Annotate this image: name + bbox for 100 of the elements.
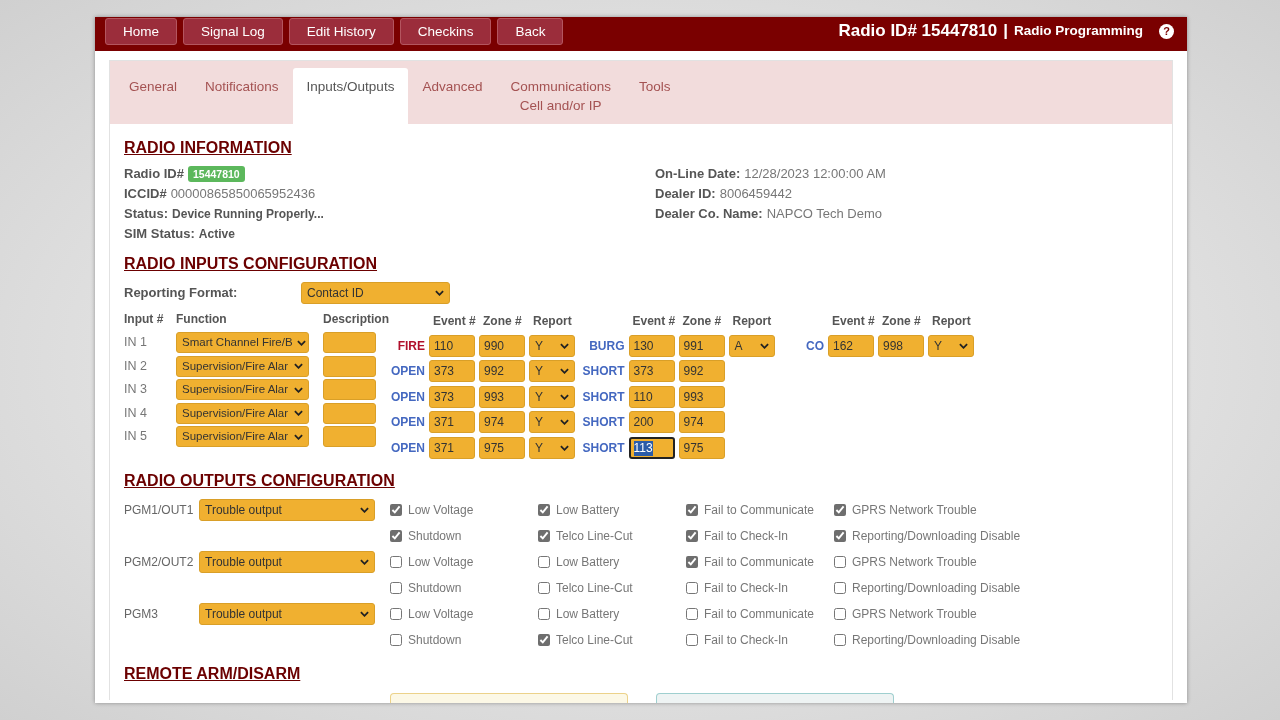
checkbox-label: Shutdown — [408, 580, 462, 597]
info-label: Dealer ID: — [655, 185, 716, 204]
zone-field[interactable]: 993 — [479, 385, 525, 408]
event-field[interactable]: 162 — [828, 334, 874, 357]
event-type-label: SHORT — [582, 388, 625, 406]
zone-field[interactable]: 991 — [678, 334, 725, 357]
zone-field[interactable]: 974 — [479, 411, 525, 434]
tab[interactable]: Tools — [625, 68, 685, 124]
zone-field[interactable]: 998 — [878, 334, 924, 357]
zone-field[interactable]: 993 — [678, 385, 725, 408]
event-field[interactable]: 113 — [628, 436, 675, 459]
output-mode-dropdown[interactable]: Trouble output — [199, 603, 375, 625]
zone-field[interactable]: 975 — [678, 436, 725, 459]
event-field[interactable]: 371 — [429, 436, 475, 459]
info-label: ICCID# — [124, 185, 167, 204]
function-dropdown[interactable]: Supervision/Fire Alar — [176, 426, 309, 448]
checkbox[interactable] — [538, 504, 550, 516]
info-label: On-Line Date: — [655, 165, 741, 184]
output-mode-dropdown[interactable]: Trouble output — [199, 499, 375, 521]
checkbox[interactable] — [390, 556, 402, 568]
checkbox[interactable] — [834, 634, 846, 646]
event-field[interactable]: 373 — [628, 360, 675, 383]
checkbox[interactable] — [538, 556, 550, 568]
checkbox[interactable] — [686, 634, 698, 646]
checkbox[interactable] — [686, 556, 698, 568]
description-field[interactable] — [323, 402, 376, 424]
event-field[interactable]: 371 — [429, 411, 475, 434]
checkbox[interactable] — [390, 530, 402, 542]
nav-button[interactable]: Back — [497, 18, 564, 45]
tab[interactable]: Inputs/Outputs — [292, 68, 409, 124]
event-field[interactable]: 373 — [429, 385, 475, 408]
field-label: Reporting Format: — [124, 284, 239, 303]
event-field[interactable]: 373 — [429, 360, 475, 383]
description-field[interactable] — [323, 379, 376, 401]
zone-field[interactable]: 974 — [678, 411, 725, 434]
checkbox[interactable] — [390, 608, 402, 620]
help-button[interactable]: ? — [1159, 23, 1174, 39]
checkbox-label: Fail to Check-In — [704, 632, 789, 649]
checkbox[interactable] — [390, 634, 402, 646]
zone-field[interactable]: 992 — [678, 360, 725, 383]
event-field[interactable]: 130 — [628, 334, 675, 357]
checkbox-label: Low Voltage — [408, 502, 474, 519]
report-dropdown[interactable]: Y — [928, 334, 974, 357]
checkbox[interactable] — [686, 582, 698, 594]
checkbox[interactable] — [686, 608, 698, 620]
nav-button[interactable]: Signal Log — [183, 18, 283, 45]
column-header: Function — [176, 312, 227, 326]
description-field[interactable] — [323, 332, 376, 354]
tab[interactable]: Advanced — [408, 68, 497, 124]
nav-button[interactable]: Checkins — [399, 18, 492, 45]
checkbox[interactable] — [538, 634, 550, 646]
event-type-label: CO — [806, 337, 824, 355]
report-dropdown[interactable]: Y — [529, 385, 575, 408]
info-label: Status: — [124, 205, 169, 224]
column-header: Zone # — [483, 314, 522, 328]
event-field[interactable]: 200 — [628, 411, 675, 434]
zone-field[interactable]: 990 — [479, 334, 525, 357]
checkbox[interactable] — [834, 504, 846, 516]
function-dropdown[interactable]: Supervision/Fire Alar — [176, 355, 309, 377]
column-header: Event # — [632, 314, 676, 328]
report-dropdown[interactable]: Y — [529, 360, 575, 383]
report-dropdown[interactable]: Y — [529, 334, 575, 357]
checkbox[interactable] — [834, 608, 846, 620]
event-type-label: SHORT — [582, 363, 625, 381]
nav-button[interactable]: Edit History — [288, 18, 394, 45]
nav-button[interactable]: Home — [105, 18, 177, 45]
event-field[interactable]: 110 — [429, 334, 475, 357]
checkbox[interactable] — [834, 530, 846, 542]
description-field[interactable] — [323, 426, 376, 448]
checkbox[interactable] — [686, 530, 698, 542]
checkbox[interactable] — [686, 504, 698, 516]
event-field[interactable]: 110 — [628, 385, 675, 408]
page-title: Radio ID# 15447810 — [838, 20, 998, 43]
checkbox-label: GPRS Network Trouble — [852, 554, 977, 571]
section-heading: RADIO OUTPUTS CONFIGURATION — [124, 471, 395, 491]
checkbox[interactable] — [538, 582, 550, 594]
output-mode-dropdown[interactable]: Trouble output — [199, 551, 375, 573]
checkbox[interactable] — [538, 608, 550, 620]
caret-icon — [959, 342, 968, 349]
zone-field[interactable]: 992 — [479, 360, 525, 383]
checkbox[interactable] — [834, 556, 846, 568]
report-dropdown[interactable]: Y — [529, 411, 575, 434]
report-dropdown[interactable]: Y — [529, 436, 575, 459]
function-dropdown[interactable]: Smart Channel Fire/B — [176, 332, 309, 354]
function-dropdown[interactable]: Supervision/Fire Alar — [176, 402, 309, 424]
description-field[interactable] — [323, 355, 376, 377]
tab[interactable]: Communications Cell and/or IP — [496, 68, 625, 124]
checkbox[interactable] — [390, 504, 402, 516]
tab[interactable]: General — [115, 68, 192, 124]
checkbox-label: Low Battery — [556, 606, 620, 623]
checkbox[interactable] — [390, 582, 402, 594]
tab[interactable]: Notifications — [191, 68, 293, 124]
function-dropdown[interactable]: Supervision/Fire Alar — [176, 379, 309, 401]
reporting-format-dropdown[interactable]: Contact ID — [301, 282, 450, 304]
checkbox-label: GPRS Network Trouble — [852, 606, 977, 623]
checkbox[interactable] — [538, 530, 550, 542]
checkbox-label: Low Battery — [556, 554, 620, 571]
report-dropdown[interactable]: A — [728, 334, 775, 357]
checkbox[interactable] — [834, 582, 846, 594]
zone-field[interactable]: 975 — [479, 436, 525, 459]
